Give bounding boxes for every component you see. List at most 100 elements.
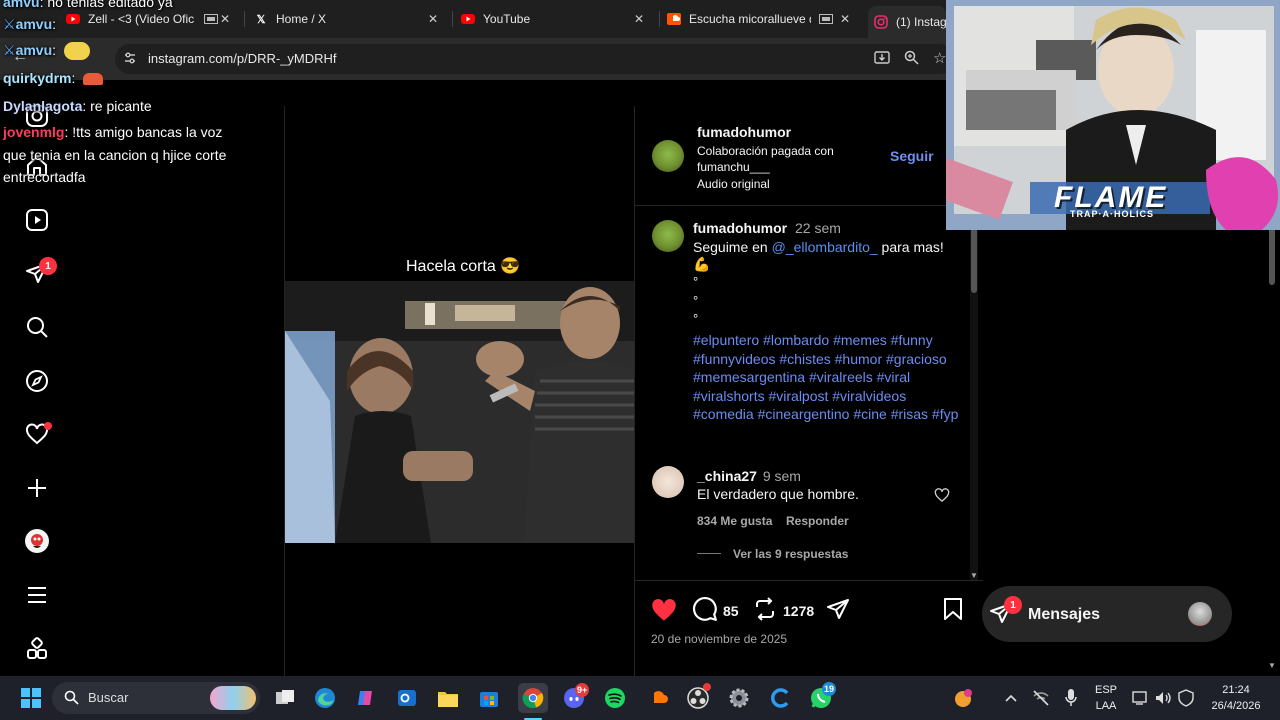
also-from-meta-icon[interactable] <box>23 635 51 663</box>
clock-date[interactable]: 26/4/2026 <box>1196 700 1276 712</box>
sword-badge-icon: ⚔ <box>3 42 16 58</box>
tab-title: Escucha micorallueve de <box>689 12 811 26</box>
messages-button[interactable]: 1 Mensajes <box>982 586 1232 642</box>
comment-header: _china27 9 sem <box>697 468 801 484</box>
comment-username[interactable]: _china27 <box>697 468 757 484</box>
show-hidden-icons-chevron-icon[interactable] <box>998 685 1024 711</box>
caption-dot: ° <box>693 293 699 308</box>
chat-text: : <box>52 42 57 58</box>
file-explorer-icon[interactable] <box>435 685 461 711</box>
scrollbar-thumb[interactable] <box>971 220 977 293</box>
network-off-icon[interactable] <box>1028 685 1054 711</box>
address-bar[interactable]: instagram.com/p/DRR-_yMDRHf ☆ <box>115 44 955 74</box>
scroll-down-arrow-icon[interactable]: ▼ <box>970 571 978 580</box>
chat-message: jovenmlg: !tts amigo bancas la voz <box>3 121 222 143</box>
messages-badge: 1 <box>1004 596 1022 614</box>
tab-home-x[interactable]: 𝕏 Home / X ✕ <box>254 6 444 32</box>
taskbar-search-box[interactable]: Buscar <box>52 682 260 714</box>
tab-title: (1) Instagr <box>896 15 946 29</box>
repost-icon[interactable] <box>750 594 780 624</box>
microsoft-store-icon[interactable] <box>476 685 502 711</box>
comment-likes-count[interactable]: 834 Me gusta <box>697 514 772 528</box>
close-icon[interactable]: ✕ <box>634 12 644 26</box>
author-username[interactable]: fumadohumor <box>697 124 791 140</box>
comment-icon[interactable] <box>690 594 720 624</box>
soundcloud-icon[interactable] <box>643 685 669 711</box>
notification-count-badge: 1 <box>39 257 57 275</box>
caption-username[interactable]: fumadohumor <box>693 220 787 236</box>
clock-time[interactable]: 21:24 <box>1196 684 1276 696</box>
comment-like-heart-icon[interactable] <box>934 487 950 507</box>
streaming-app-icon[interactable] <box>767 685 793 711</box>
install-app-icon[interactable] <box>874 51 890 70</box>
search-highlight-icon <box>210 686 256 710</box>
tab-title: YouTube <box>483 12 531 26</box>
audio-label[interactable]: Audio original <box>697 177 770 191</box>
explore-icon[interactable] <box>23 367 51 395</box>
caption-author-avatar[interactable] <box>652 220 684 252</box>
task-view-icon[interactable] <box>272 685 298 711</box>
tab-instagram-active[interactable]: (1) Instagr <box>868 6 946 38</box>
paid-partnership-label: Colaboración pagada con <box>697 144 834 158</box>
spotify-icon[interactable] <box>602 685 628 711</box>
settings-gear-icon[interactable] <box>726 685 752 711</box>
partner-username[interactable]: fumanchu___ <box>697 160 770 174</box>
streamer-webcam-overlay: FLAME TRAP·A·HOLICS <box>946 0 1280 230</box>
chat-text: : re picante <box>82 98 152 114</box>
chat-text: : <box>52 16 57 32</box>
chat-message: Dylanlagota: re picante <box>3 95 152 117</box>
reel-video-player[interactable]: Hacela corta 😎 <box>284 106 634 676</box>
comments-scrollbar[interactable]: ▼ <box>970 206 978 580</box>
close-icon[interactable]: ✕ <box>428 12 438 26</box>
bookmark-star-icon[interactable]: ☆ <box>933 49 946 67</box>
like-heart-icon[interactable] <box>649 594 679 624</box>
page-scrollbar[interactable]: ▼ <box>1266 225 1278 675</box>
tab-soundcloud[interactable]: Escucha micorallueve de ✕ <box>667 6 857 32</box>
chat-message: ⚔amvu: <box>3 13 56 35</box>
notification-dot <box>44 422 52 430</box>
tray-app-icon[interactable] <box>950 685 976 711</box>
caption-hashtags[interactable]: #elpuntero #lombardo #memes #funny #funn… <box>693 331 963 424</box>
author-avatar[interactable] <box>652 140 684 172</box>
input-language-top[interactable]: ESP <box>1090 684 1122 696</box>
commenter-avatar[interactable] <box>652 466 684 498</box>
video-caption: Hacela corta 😎 <box>406 258 521 275</box>
caption-text: Seguime en @_ellombardito_ para mas! <box>693 239 944 255</box>
page-scrollbar-thumb[interactable] <box>1269 225 1275 285</box>
chat-text: que tenia en la cancion q hjice corte <box>3 147 227 163</box>
search-icon[interactable] <box>23 313 51 341</box>
create-plus-icon[interactable] <box>23 474 51 502</box>
page-scroll-down-arrow-icon[interactable]: ▼ <box>1268 661 1276 670</box>
instagram-icon <box>874 15 888 29</box>
emote-icon <box>83 73 104 86</box>
comment-time: 9 sem <box>762 468 801 484</box>
caption-time: 22 sem <box>795 220 841 236</box>
close-icon[interactable]: ✕ <box>840 12 850 26</box>
profile-avatar-icon[interactable] <box>23 527 51 555</box>
message-contact-avatar <box>1188 602 1212 626</box>
close-icon[interactable]: ✕ <box>220 12 230 26</box>
caption-mention-link[interactable]: @_ellombardito_ <box>772 239 878 255</box>
reels-icon[interactable] <box>23 206 51 234</box>
view-replies-button[interactable]: Ver las 9 respuestas <box>733 547 848 561</box>
microphone-icon[interactable] <box>1058 685 1084 711</box>
windows-start-icon[interactable] <box>18 685 44 711</box>
whatsapp-badge: 19 <box>822 682 837 696</box>
edge-browser-icon[interactable] <box>312 685 338 711</box>
input-language-bottom[interactable]: LAA <box>1090 700 1122 712</box>
reply-button[interactable]: Responder <box>786 514 849 528</box>
tab-youtube[interactable]: YouTube ✕ <box>461 6 651 32</box>
zoom-icon[interactable] <box>904 50 919 68</box>
copilot-icon[interactable] <box>353 685 379 711</box>
more-menu-icon[interactable] <box>23 581 51 609</box>
screen: Zell - <3 (Video Ofic ✕ 𝕏 Home / X ✕ You… <box>0 0 1280 720</box>
tab-separator <box>244 11 245 27</box>
outlook-icon[interactable] <box>394 685 420 711</box>
follow-button[interactable]: Seguir <box>890 148 934 164</box>
video-frame[interactable] <box>285 281 634 543</box>
url-text: instagram.com/p/DRR-_yMDRHf <box>148 51 337 66</box>
site-settings-icon[interactable] <box>123 51 137 70</box>
share-icon[interactable] <box>823 594 853 624</box>
save-bookmark-icon[interactable] <box>938 594 968 624</box>
chrome-browser-icon[interactable] <box>518 683 548 713</box>
